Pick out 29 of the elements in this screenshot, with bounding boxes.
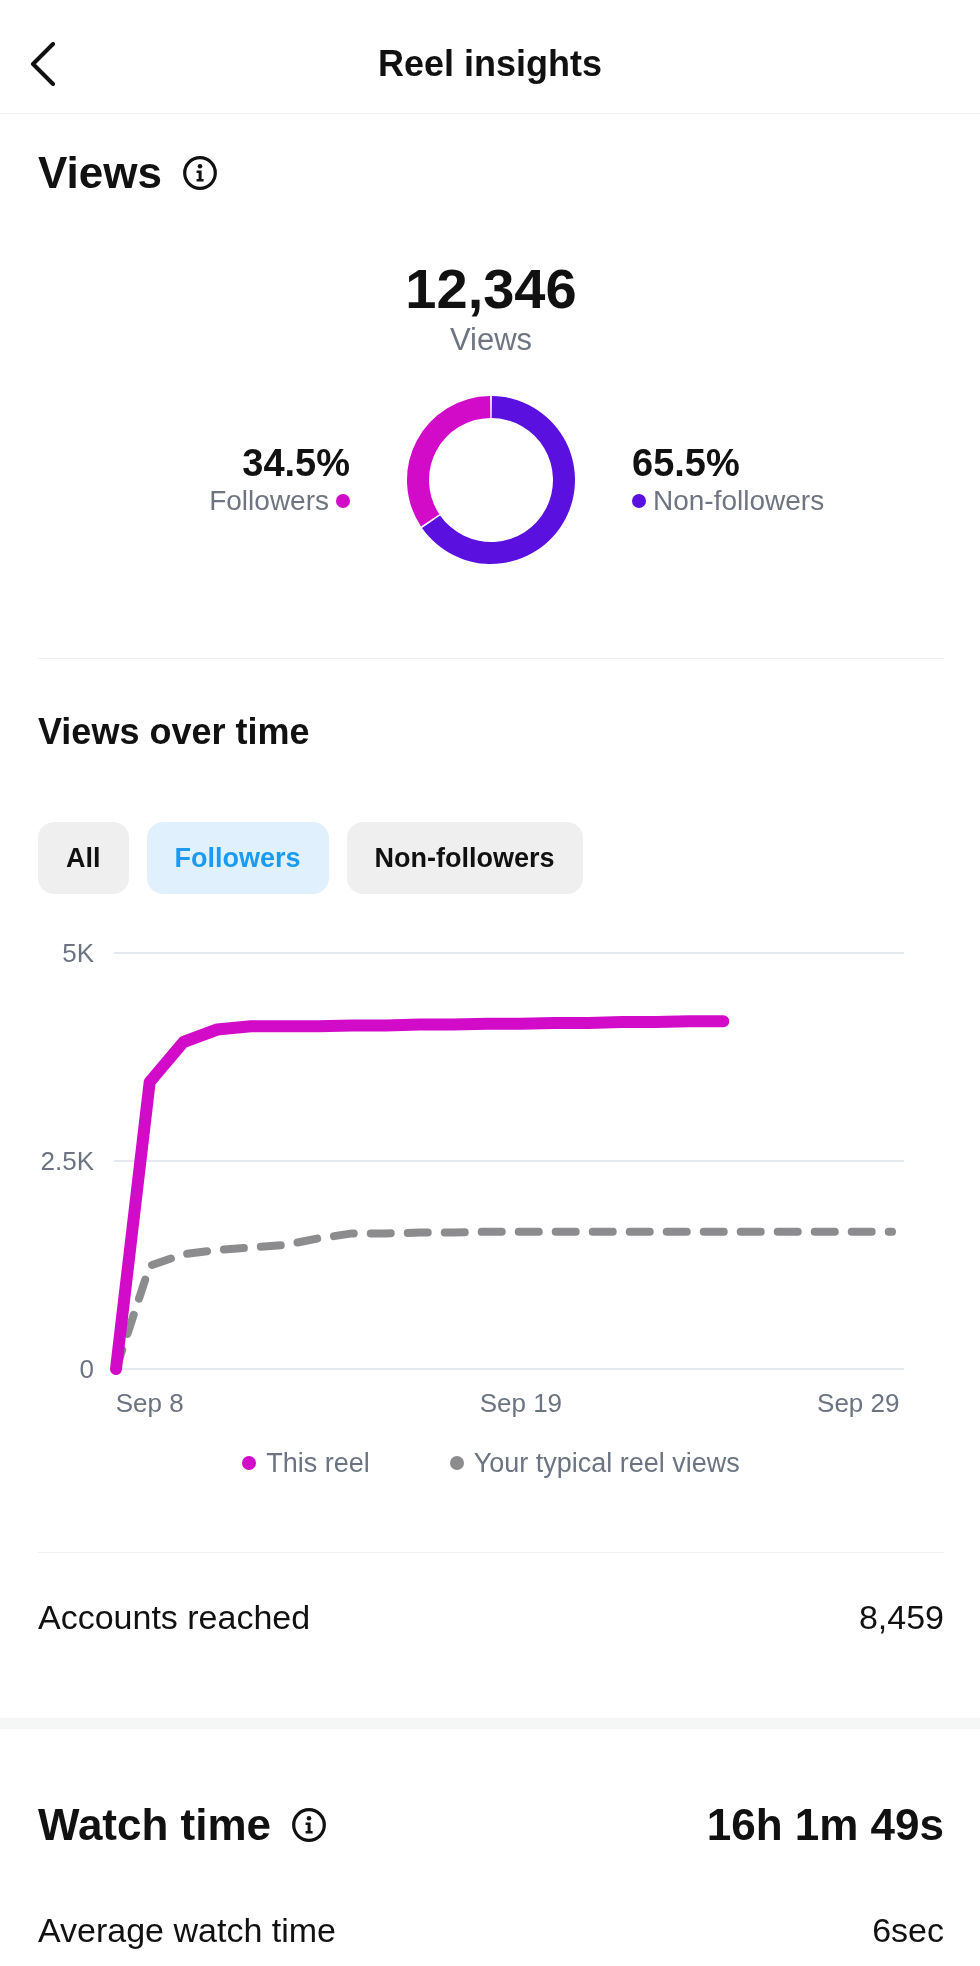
watch-time-total: 16h 1m 49s xyxy=(706,1800,944,1850)
legend-label: Your typical reel views xyxy=(473,1447,740,1479)
axis-label: Sep 29 xyxy=(817,1388,900,1418)
filter-chip[interactable]: Non-followers xyxy=(346,822,583,894)
share-percentage: 34.5% xyxy=(242,442,350,484)
section-title: Views xyxy=(38,148,162,198)
info-icon[interactable] xyxy=(292,1808,327,1842)
page-title: Reel insights xyxy=(377,41,603,86)
total-views-value: 12,346 xyxy=(404,259,578,319)
chevron-left-icon xyxy=(30,41,56,86)
stat-label: Average watch time xyxy=(38,1910,336,1950)
back-button[interactable] xyxy=(30,41,56,86)
info-icon[interactable] xyxy=(182,156,217,190)
section-title: Watch time xyxy=(38,1800,272,1850)
axis-label: 0 xyxy=(79,1354,94,1384)
stat-label: Accounts reached xyxy=(38,1597,311,1637)
stat-value: 6sec xyxy=(872,1910,944,1950)
filter-chip[interactable]: All xyxy=(38,822,129,894)
axis-label: 2.5K xyxy=(40,1146,94,1176)
axis-label: Sep 8 xyxy=(115,1388,184,1418)
legend-label: This reel xyxy=(266,1447,370,1479)
section-title: Views over time xyxy=(38,712,311,752)
total-views-label: Views xyxy=(448,323,534,357)
share-label: Non-followers xyxy=(653,484,825,518)
stat-value: 8,459 xyxy=(858,1597,944,1637)
share-label: Followers xyxy=(209,484,329,518)
axis-label: 5K xyxy=(62,938,94,968)
axis-label: Sep 19 xyxy=(479,1388,563,1418)
share-percentage: 65.5% xyxy=(632,442,740,484)
